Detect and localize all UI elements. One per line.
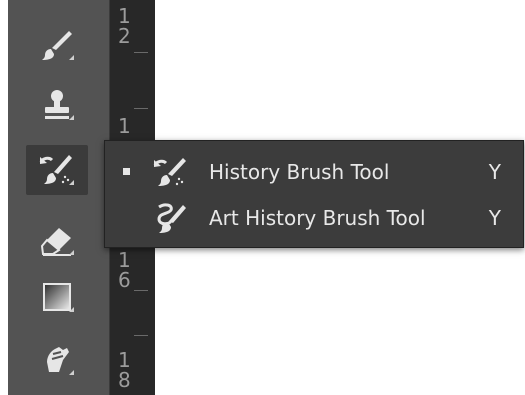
tool-group-indicator	[69, 307, 74, 312]
tool-group-indicator	[69, 115, 74, 120]
ruler-label: 1	[118, 114, 131, 138]
art-history-brush-icon	[151, 201, 191, 235]
tool-group-indicator	[69, 55, 74, 60]
selected-bullet-icon	[123, 168, 130, 175]
ruler-label: 1	[118, 248, 131, 272]
ruler-label: 6	[118, 268, 131, 292]
ruler-tick	[134, 290, 148, 291]
eraser-tool-button[interactable]	[26, 215, 88, 265]
ruler-label: 8	[118, 368, 131, 392]
menu-item-shortcut: Y	[488, 206, 501, 230]
ruler-label: 2	[118, 24, 131, 48]
canvas-edge	[0, 0, 8, 395]
menu-item-label: History Brush Tool	[209, 160, 390, 184]
brush-tool-button[interactable]	[26, 20, 88, 70]
menu-item-label: Art History Brush Tool	[209, 206, 426, 230]
history-brush-tool-button[interactable]	[26, 145, 88, 195]
ruler-tick	[134, 335, 148, 336]
gradient-tool-button[interactable]	[26, 272, 88, 322]
menu-item-shortcut: Y	[488, 160, 501, 184]
tool-flyout-menu: History Brush Tool Y Art History Brush T…	[104, 140, 524, 248]
clone-stamp-tool-button[interactable]	[26, 80, 88, 130]
tool-group-indicator	[69, 180, 74, 185]
menu-item-art-history-brush-tool[interactable]: Art History Brush Tool Y	[105, 195, 523, 241]
ruler-tick	[134, 108, 148, 109]
ruler-label: 1	[118, 348, 131, 372]
ruler-tick	[134, 52, 148, 53]
tool-group-indicator	[69, 250, 74, 255]
tools-panel	[8, 0, 110, 395]
history-brush-icon	[151, 155, 191, 189]
ruler-label: 1	[118, 4, 131, 28]
tool-group-indicator	[69, 370, 74, 375]
menu-item-history-brush-tool[interactable]: History Brush Tool Y	[105, 149, 523, 195]
smudge-tool-button[interactable]	[26, 335, 88, 385]
